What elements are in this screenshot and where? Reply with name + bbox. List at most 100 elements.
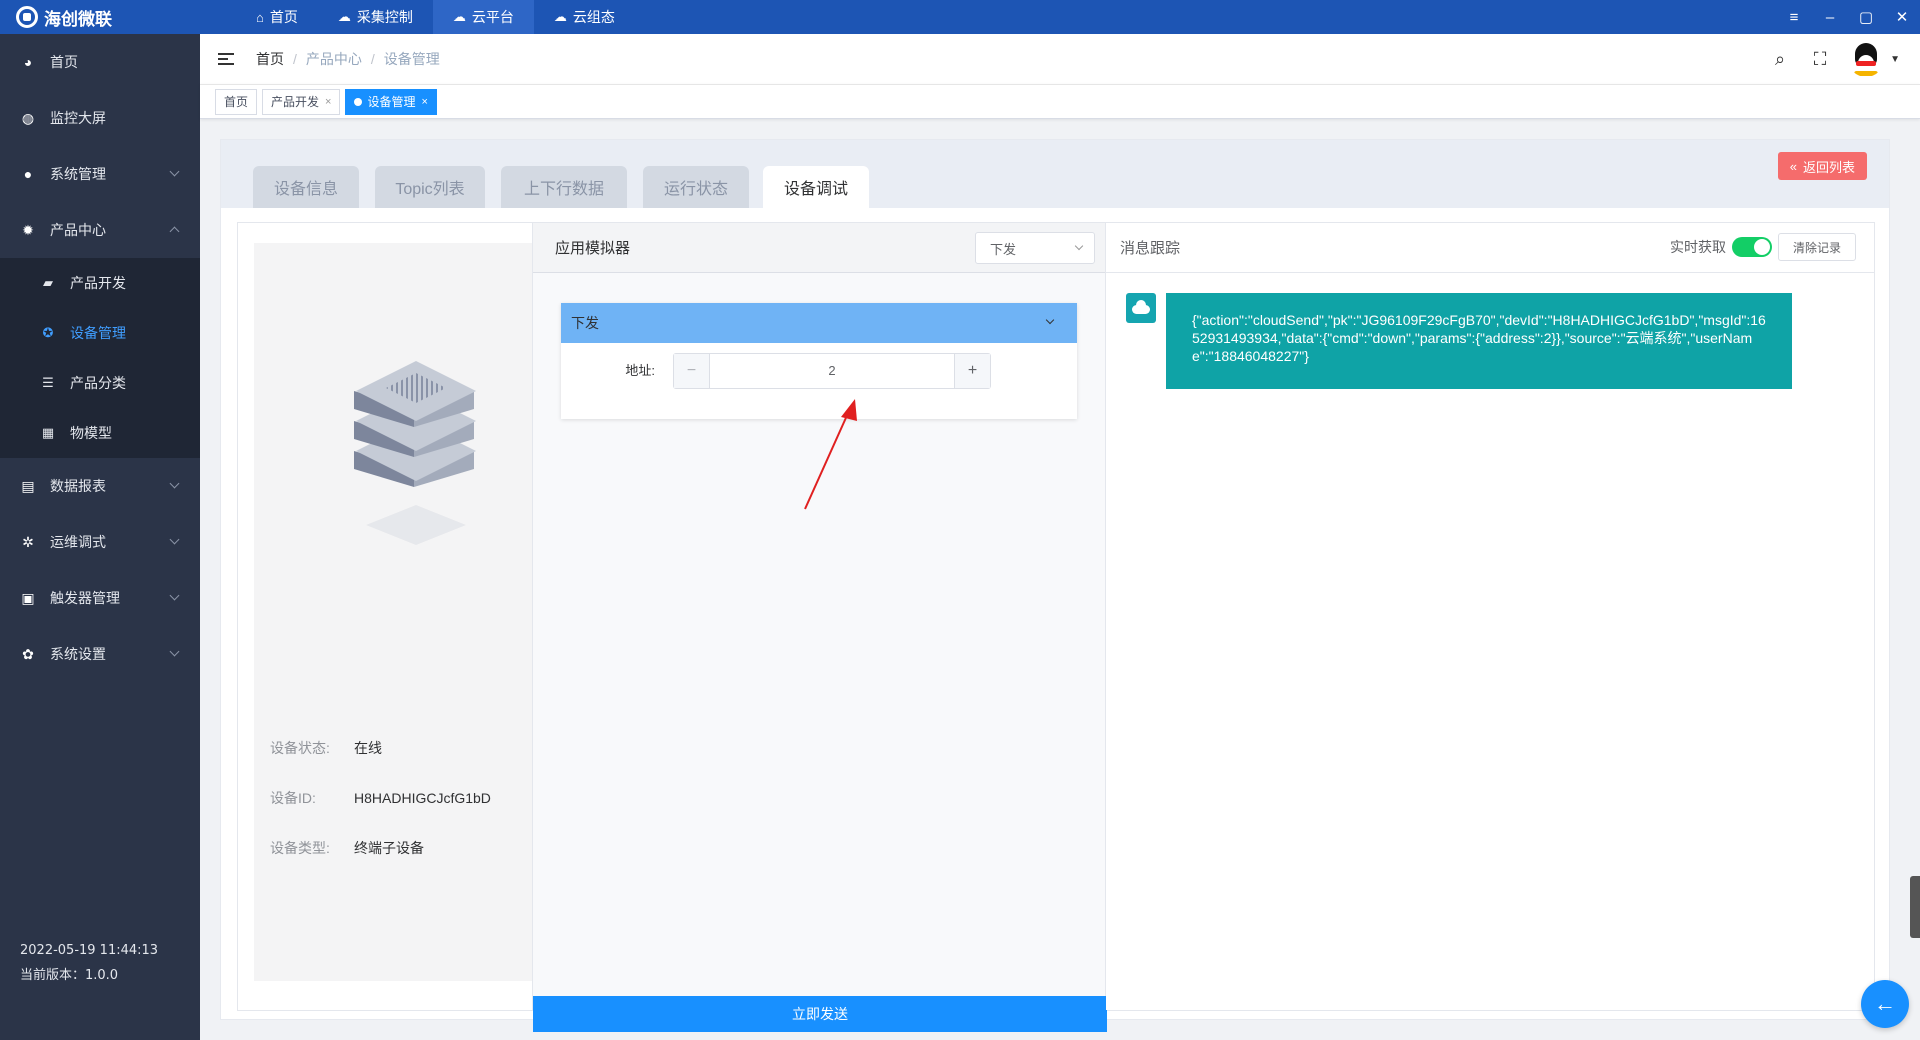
tab-topic-list[interactable]: Topic列表: [375, 166, 485, 208]
close-icon[interactable]: ×: [421, 96, 427, 108]
send-now-button[interactable]: 立即发送: [533, 996, 1107, 1032]
home-icon: ⌂: [256, 9, 264, 25]
simulator-title: 应用模拟器: [555, 240, 631, 257]
tab-run-status[interactable]: 运行状态: [643, 166, 749, 208]
downlink-card: 下发 地址: − 2 +: [561, 303, 1077, 419]
chevron-down-icon: [1045, 315, 1055, 325]
maximize-icon[interactable]: ▢: [1848, 0, 1884, 34]
downlink-card-header[interactable]: 下发: [561, 303, 1077, 343]
close-icon[interactable]: ✕: [1884, 0, 1920, 34]
message-item: {"action":"cloudSend","pk":"JG96109F29cF…: [1126, 293, 1792, 389]
tag-product-dev[interactable]: 产品开发 ×: [262, 88, 341, 115]
window-controls: ≡ – ▢ ✕: [1776, 0, 1920, 34]
breadcrumb-device-management: 设备管理: [383, 51, 440, 67]
dashboard-icon: ◕: [23, 54, 33, 70]
app-version: 当前版本：1.0.0: [20, 968, 119, 983]
sidebar-item-ops-debug[interactable]: ✲ 运维调式: [0, 514, 200, 570]
sidebar-item-monitor[interactable]: ◍ 监控大屏: [0, 90, 200, 146]
realtime-toggle[interactable]: [1731, 237, 1772, 257]
topnav-item-cloud-config[interactable]: ☁ 云组态: [534, 0, 635, 34]
sidebar-item-device-management[interactable]: ✪ 设备管理: [0, 308, 200, 358]
realtime-controls: 实时获取 清除记录: [1670, 233, 1856, 261]
avatar[interactable]: [1848, 41, 1885, 77]
message-trace-header: 消息跟踪 实时获取 清除记录: [1106, 223, 1874, 273]
breadcrumb-home[interactable]: 首页: [256, 49, 284, 69]
address-stepper: − 2 +: [673, 353, 991, 389]
tag-device-management[interactable]: 设备管理 ×: [345, 88, 437, 115]
address-input[interactable]: 2: [710, 354, 954, 388]
tab-device-debug[interactable]: 设备调试: [763, 166, 869, 208]
fullscreen-icon[interactable]: ⛶: [1800, 49, 1840, 70]
current-datetime: 2022-05-19 11:44:13: [20, 943, 159, 958]
gear-icon: ✹: [22, 221, 34, 238]
caret-down-icon[interactable]: ▼: [1890, 54, 1900, 65]
close-icon[interactable]: ×: [325, 96, 331, 108]
device-info-list: 设备状态: 在线 设备ID: H8HADHIGCJcfG1bD 设备类型: 终端子设备: [270, 723, 491, 873]
breadcrumb-product-center: 产品中心: [305, 51, 362, 67]
chevron-down-icon: [169, 590, 180, 601]
tag-home[interactable]: 首页: [215, 88, 258, 115]
top-bar: 海创微联 ⌂ 首页 ☁ 采集控制 ☁ 云平台 ☁ 云组态 ≡ – ▢ ✕: [0, 0, 1920, 34]
topnav-item-collect[interactable]: ☁ 采集控制: [318, 0, 433, 34]
realtime-label: 实时获取: [1669, 239, 1726, 255]
device-id-row: 设备ID: H8HADHIGCJcfG1bD: [270, 790, 491, 806]
settings-icon: ✿: [22, 645, 34, 662]
tabs-header: 设备信息 Topic列表 上下行数据 运行状态 设备调试 «返回列表: [221, 140, 1889, 208]
trigger-icon: ▣: [21, 589, 35, 606]
device-type: 终端子设备: [354, 840, 424, 856]
sidebar-item-system-management[interactable]: ● 系统管理: [0, 146, 200, 202]
sidebar-item-product-category[interactable]: ☰ 产品分类: [0, 358, 200, 408]
topnav-item-home[interactable]: ⌂ 首页: [236, 0, 318, 34]
cloud-config-icon: ☁: [553, 9, 567, 24]
chevron-up-icon: [169, 226, 180, 237]
chevron-down-icon: [169, 478, 180, 489]
back-arrow-button[interactable]: ←: [1861, 980, 1909, 1028]
minimize-icon[interactable]: –: [1812, 0, 1848, 34]
main-content: 设备信息 Topic列表 上下行数据 运行状态 设备调试 «返回列表 设备状态:…: [220, 139, 1890, 1032]
decrement-button[interactable]: −: [674, 354, 710, 388]
chevron-down-icon: [169, 646, 180, 657]
address-label: 地址:: [625, 363, 655, 378]
sidebar-item-trigger-management[interactable]: ▣ 触发器管理: [0, 570, 200, 626]
downlink-card-body: 地址: − 2 +: [561, 343, 1077, 419]
edge-widget[interactable]: [1910, 876, 1920, 938]
sidebar-item-product-center[interactable]: ✹ 产品中心: [0, 202, 200, 258]
user-icon: ●: [23, 166, 33, 182]
increment-button[interactable]: +: [954, 354, 990, 388]
chevron-down-icon: [169, 534, 180, 545]
folder-icon: ▰: [43, 275, 53, 290]
direction-select[interactable]: 下发: [975, 232, 1095, 264]
tab-updown-data[interactable]: 上下行数据: [501, 166, 627, 208]
tags-view: 首页 产品开发 × 设备管理 ×: [200, 84, 1920, 119]
sidebar-item-thing-model[interactable]: ▦ 物模型: [0, 408, 200, 458]
report-icon: ▤: [21, 477, 35, 494]
grid-icon: ▦: [41, 425, 55, 440]
app-logo[interactable]: 海创微联: [0, 0, 200, 34]
message-trace-title: 消息跟踪: [1120, 240, 1181, 257]
cloud-platform-icon: ☁: [452, 9, 466, 24]
product-center-submenu: ▰ 产品开发 ✪ 设备管理 ☰ 产品分类 ▦ 物模型: [0, 258, 200, 458]
sidebar-item-product-dev[interactable]: ▰ 产品开发: [0, 258, 200, 308]
debug-panels: 设备状态: 在线 设备ID: H8HADHIGCJcfG1bD 设备类型: 终端子设备…: [237, 222, 1875, 1032]
sidebar-item-home[interactable]: ◕ 首页: [0, 34, 200, 90]
back-to-list-button[interactable]: «返回列表: [1777, 152, 1867, 180]
arrow-left-icon: ←: [1874, 991, 1896, 1016]
topnav-item-cloud-platform[interactable]: ☁ 云平台: [432, 0, 534, 34]
message-trace-panel: 消息跟踪 实时获取 清除记录 {"action":"cloudSend","pk…: [1106, 223, 1874, 1010]
tab-device-info[interactable]: 设备信息: [253, 166, 359, 208]
simulator-header: 应用模拟器 下发: [533, 223, 1105, 273]
clear-records-button[interactable]: 清除记录: [1777, 233, 1856, 261]
breadcrumb-separator: /: [293, 51, 297, 67]
search-icon[interactable]: ⌕: [1760, 49, 1800, 70]
sidebar-item-reports[interactable]: ▤ 数据报表: [0, 458, 200, 514]
app-simulator-panel: 应用模拟器 下发 下发 地址: − 2 + 立即发送: [532, 223, 1107, 1032]
cloud-icon: [1126, 293, 1156, 323]
logo-icon: [16, 6, 38, 28]
sidebar-item-system-settings[interactable]: ✿ 系统设置: [0, 626, 200, 682]
top-nav: ⌂ 首页 ☁ 采集控制 ☁ 云平台 ☁ 云组态: [236, 0, 635, 34]
window-menu-icon[interactable]: ≡: [1776, 0, 1812, 34]
bug-icon: ✲: [22, 533, 34, 550]
menu-toggle-icon[interactable]: [218, 53, 234, 65]
chevron-down-icon: [169, 166, 180, 177]
breadcrumb: 首页 / 产品中心 / 设备管理: [256, 49, 440, 69]
